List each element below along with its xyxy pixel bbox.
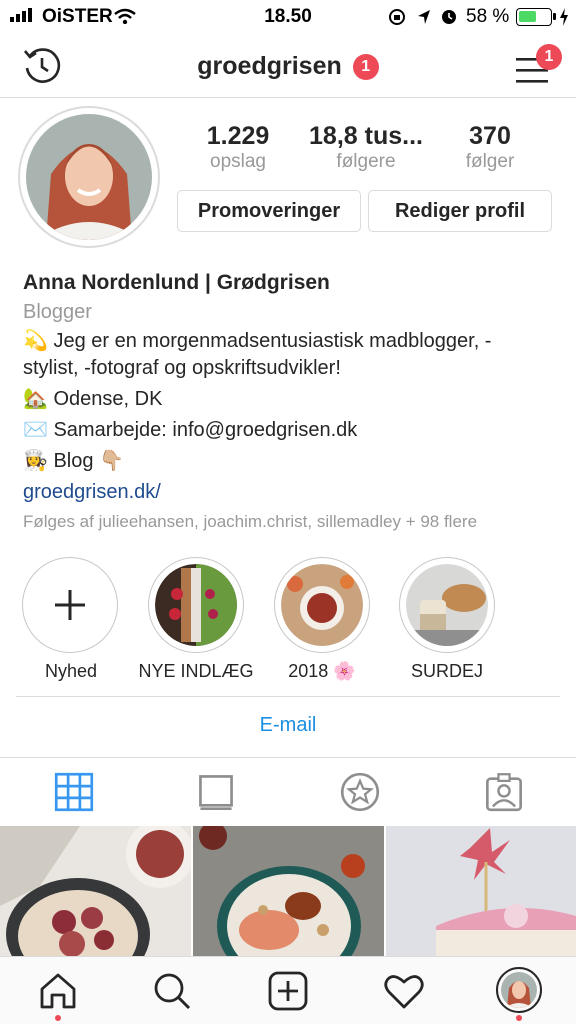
highlight-image [155,564,237,646]
status-bar: OiSTER 18.50 58 % [0,0,576,34]
highlight-item[interactable]: NYE INDLÆG [126,557,266,682]
igtv-icon[interactable] [196,772,236,812]
grid-icon[interactable] [54,772,94,812]
edit-profile-button[interactable]: Rediger profil [368,190,552,232]
heart-icon[interactable] [382,969,426,1013]
notification-badge: 1 [352,54,379,81]
highlight-item[interactable]: SURDEJ [377,557,517,682]
stat-followers[interactable]: 18,8 tus... følgere [296,122,436,173]
post-thumbnail[interactable] [0,826,191,958]
highlight-label: Nyhed [44,661,98,681]
profile-avatar[interactable] [18,106,160,248]
home-icon[interactable] [36,969,80,1013]
highlight-label: SURDEJ [410,661,483,681]
bio-line: 👩‍🍳 Blog 👇🏼 [23,450,124,472]
search-icon[interactable] [150,969,194,1013]
bio-line: stylist, -fotograf og opskriftsudvikler! [23,357,341,379]
post-thumbnail[interactable] [193,826,384,958]
add-icon[interactable] [266,969,310,1013]
divider [16,696,560,697]
plus-icon [55,590,85,620]
stat-following-label: følger [465,151,515,172]
highlight-new[interactable]: Nyhed [1,557,141,682]
profile-category: Blogger [23,301,92,323]
divider [0,757,576,758]
bio-contact: ✉️ Samarbejde: info@groedgrisen.dk [23,419,358,441]
menu-badge: 1 [536,44,562,70]
email-button[interactable]: E-mail [0,714,576,737]
website-link[interactable]: groedgrisen.dk/ [23,477,161,507]
highlight-label: NYE INDLÆG [138,661,254,681]
bio-location: 🏡 Odense, DK [23,388,163,410]
stat-posts-label: opslag [210,151,266,172]
bio-line: 💫 Jeg er en morgenmadsentusiastisk madbl… [23,330,492,352]
activity-dot [55,1015,61,1021]
profile-name: Anna Nordenlund | Grødgrisen [23,271,330,294]
highlight-image [406,564,488,646]
post-thumbnail[interactable] [386,826,576,958]
battery-percent: 58 % [466,6,510,27]
alarm-icon [442,10,456,24]
followed-by[interactable]: Følges af julieehansen, joachim.christ, … [23,512,477,532]
bottom-tab-bar [0,956,576,1024]
stat-following-value: 370 [469,122,511,150]
activity-dot [516,1015,522,1021]
rotation-lock-icon [389,9,405,25]
stat-followers-value: 18,8 tus... [309,122,423,150]
charging-icon [560,8,568,26]
battery-icon [516,8,552,26]
stat-posts-value: 1.229 [206,122,270,150]
location-icon [418,10,430,24]
star-icon[interactable] [340,772,380,812]
profile-header: groedgrisen 1 1 [0,34,576,98]
stat-followers-label: følgere [336,151,396,172]
promotions-button[interactable]: Promoveringer [177,190,361,232]
stat-following[interactable]: 370 følger [430,122,550,173]
tagged-icon[interactable] [484,772,524,812]
stat-posts[interactable]: 1.229 opslag [178,122,298,173]
username-title[interactable]: groedgrisen [197,52,341,80]
highlight-image [281,564,363,646]
highlight-label: 2018 🌸 [288,661,356,681]
profile-icon[interactable] [496,967,542,1013]
highlight-item[interactable]: 2018 🌸 [252,557,392,682]
